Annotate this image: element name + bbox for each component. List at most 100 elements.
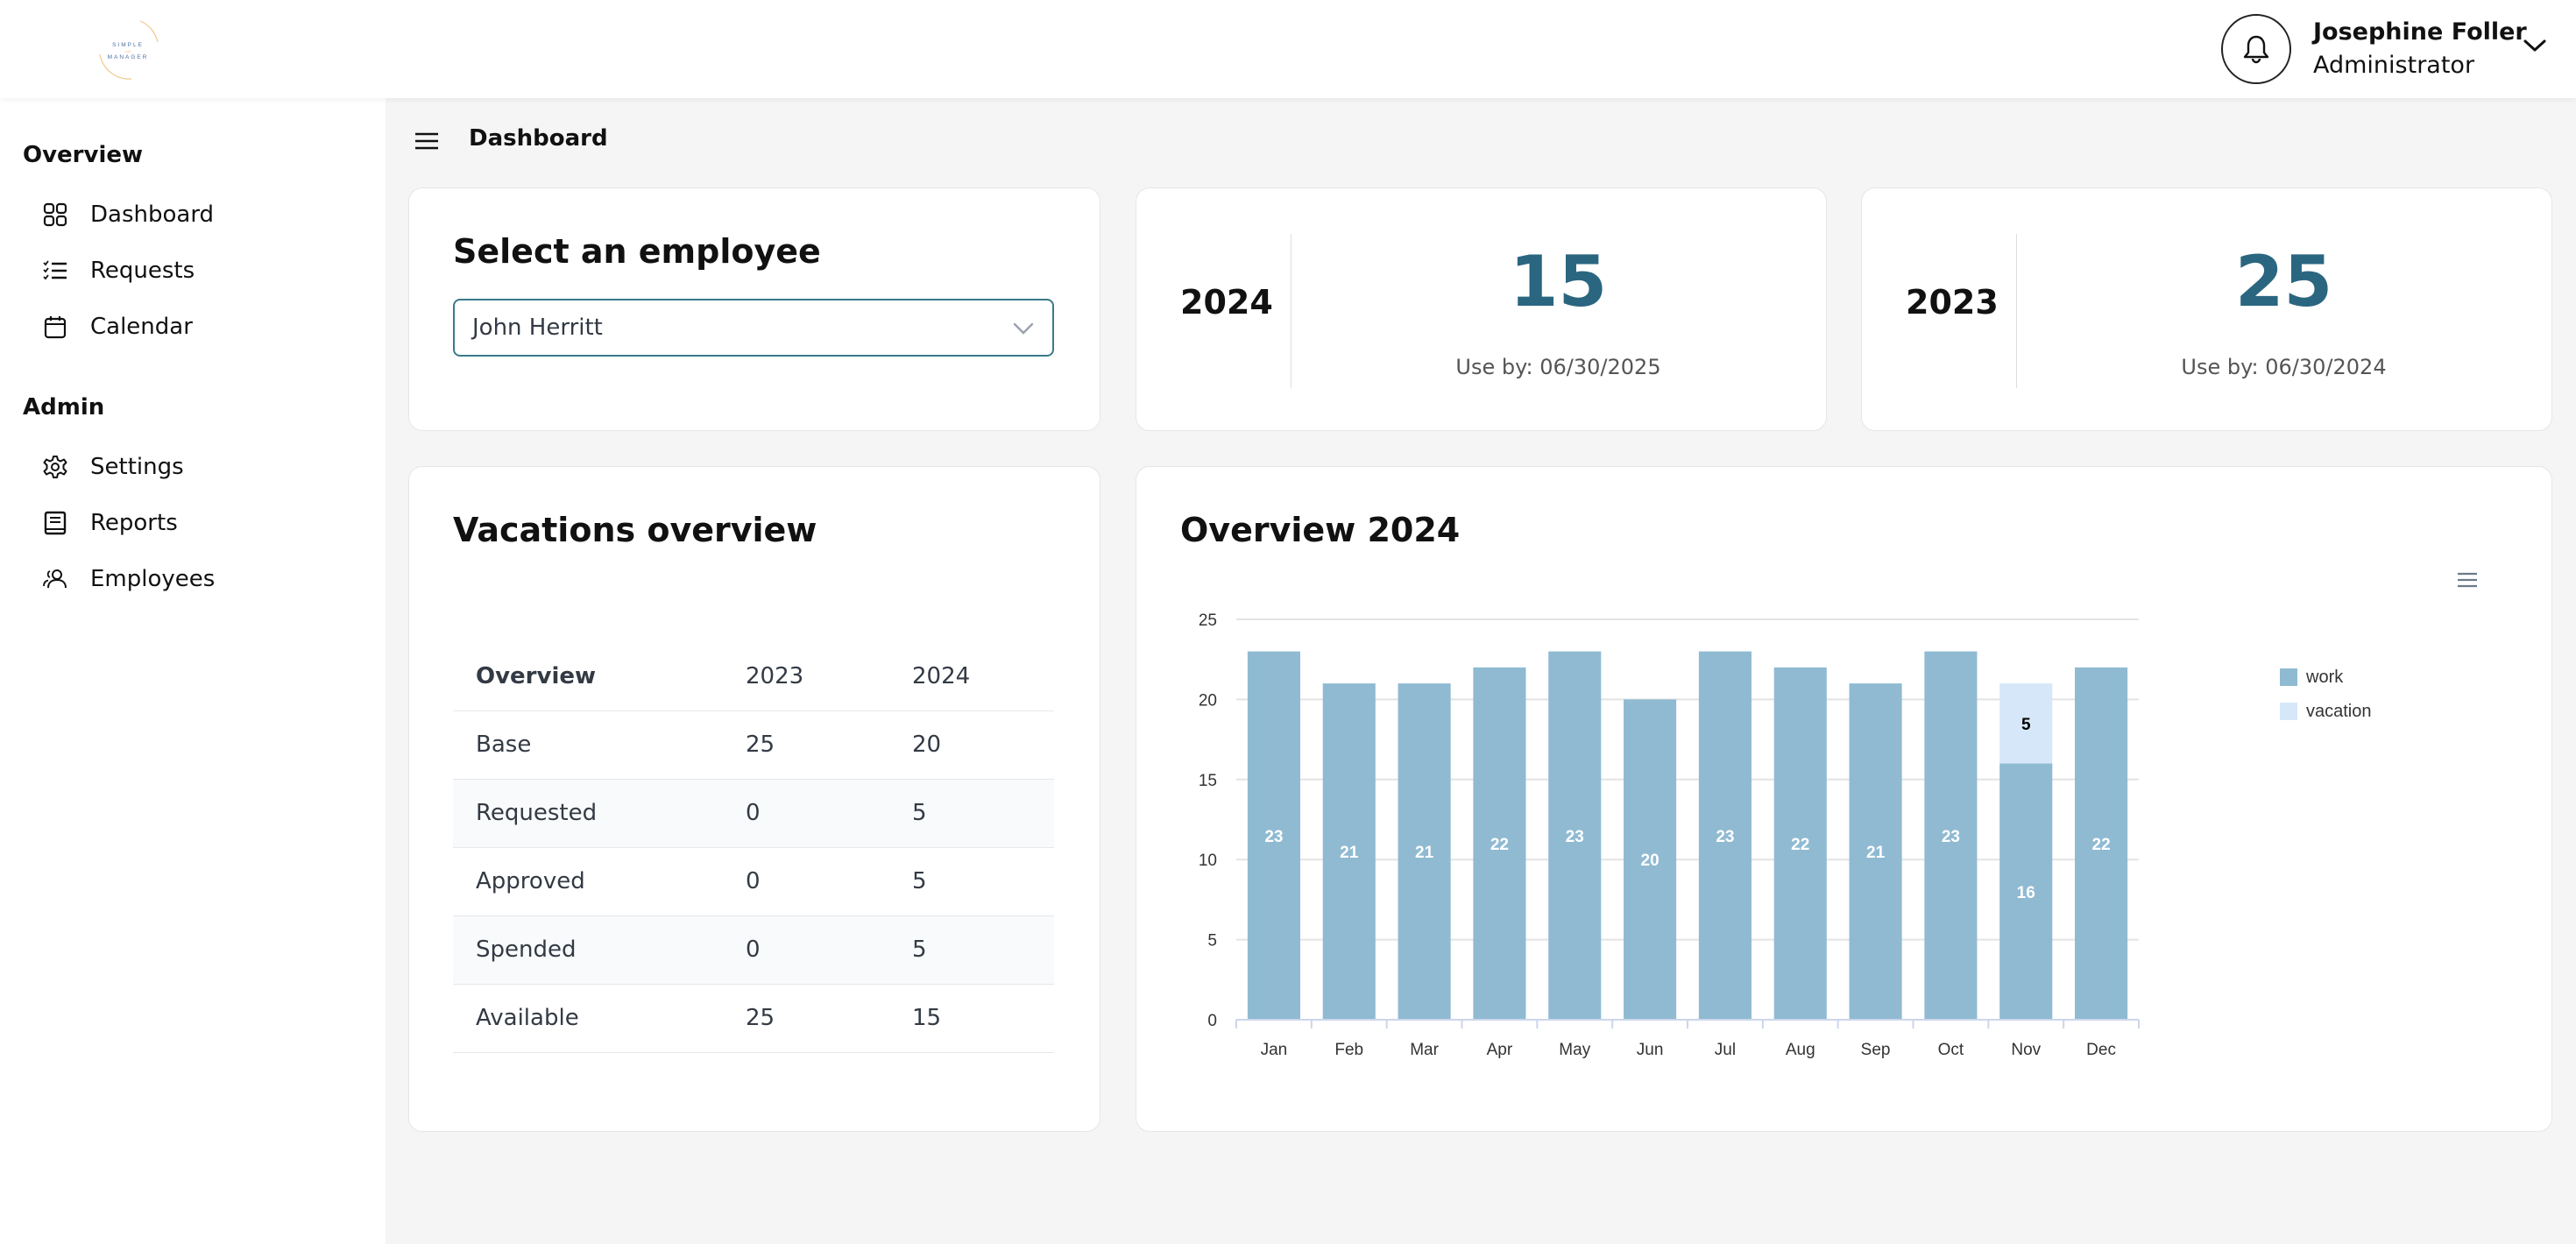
sidebar-section-admin: Admin	[23, 394, 105, 421]
sidebar-item-settings[interactable]: Settings	[42, 445, 357, 489]
chart-x-axis: Jan Feb Mar Apr May Jun Jul Aug Sep Oct Nov Dec	[1235, 1019, 2140, 1059]
sidebar-item-employees[interactable]: Employees	[42, 557, 357, 601]
x-tick-label: Jun	[1637, 1041, 1664, 1059]
x-tick-label: May	[1559, 1041, 1590, 1059]
cell-2023: 0	[723, 915, 889, 985]
y-tick-label: 15	[1199, 772, 1217, 790]
row-label: Available	[453, 984, 723, 1053]
chart-menu-icon[interactable]	[2456, 570, 2479, 591]
overview-chart-card: Overview 2024 23 21 21 22 23 20 23 22 21 23 16 5 22 …	[1136, 466, 2552, 1132]
overview-chart: 23 21 21 22 23 20 23 22 21 23 16 5 22 Jan Feb Mar Apr Ma…	[1199, 570, 2479, 1059]
stat-use-by: Use by: 06/30/2024	[2181, 355, 2387, 379]
bell-icon	[2243, 35, 2269, 64]
legend-label: work	[2305, 668, 2344, 687]
sidebar-item-dashboard[interactable]: Dashboard	[42, 193, 357, 237]
legend-label: vacation	[2306, 702, 2372, 721]
column-header: 2023	[723, 642, 889, 711]
data-label: 22	[1791, 836, 1809, 854]
checklist-icon	[42, 258, 68, 284]
y-tick-label: 25	[1199, 611, 1217, 630]
sidebar-item-label: Reports	[90, 510, 178, 536]
chart-legend: work vacation	[2280, 668, 2372, 721]
cell-2023: 25	[723, 710, 889, 780]
cell-2024: 5	[889, 779, 1054, 848]
hamburger-menu-icon[interactable]	[414, 130, 440, 152]
cell-2023: 25	[723, 984, 889, 1053]
data-label: 20	[1641, 852, 1660, 870]
cell-2023: 0	[723, 779, 889, 848]
employee-select-title: Select an employee	[453, 232, 821, 271]
y-tick-label: 20	[1199, 691, 1217, 710]
top-header: SIMPLE staff MANAGER Josephine Foller Ad…	[0, 0, 2576, 98]
employee-select-card: Select an employee John Herritt	[408, 187, 1100, 431]
stat-card-2023: 2023 25 Use by: 06/30/2024	[1861, 187, 2552, 431]
table-row: Approved 0 5	[453, 847, 1054, 916]
row-label: Approved	[453, 847, 723, 916]
y-tick-label: 5	[1207, 932, 1217, 951]
x-tick-label: Mar	[1410, 1041, 1439, 1059]
cell-2023: 0	[723, 847, 889, 916]
chevron-down-icon[interactable]	[2522, 35, 2548, 56]
row-label: Requested	[453, 779, 723, 848]
data-label: 21	[1866, 844, 1886, 862]
sidebar-item-label: Employees	[90, 566, 216, 592]
column-header: 2024	[889, 642, 1054, 711]
table-header-row: Overview 2023 2024	[453, 642, 1054, 711]
y-tick-label: 0	[1207, 1012, 1217, 1030]
cell-2024: 20	[889, 710, 1054, 780]
employee-select-value: John Herritt	[472, 315, 603, 341]
vacations-overview-title: Vacations overview	[453, 511, 817, 549]
data-label: 23	[1566, 828, 1584, 846]
x-tick-label: Apr	[1487, 1041, 1513, 1059]
logo-text-1: SIMPLE	[112, 42, 144, 48]
data-label: 16	[2017, 884, 2035, 902]
vacations-table: Overview 2023 2024 Base 25 20 Requested …	[453, 642, 1054, 1053]
user-name: Josephine Foller	[2313, 18, 2527, 46]
user-profile[interactable]: Josephine Foller Administrator	[2313, 16, 2527, 82]
logo-mark: SIMPLE staff MANAGER	[99, 20, 159, 80]
cell-2024: 5	[889, 847, 1054, 916]
table-row: Available 25 15	[453, 984, 1054, 1053]
app-logo[interactable]: SIMPLE staff MANAGER	[95, 16, 161, 82]
stat-year: 2023	[1906, 283, 1999, 322]
data-label: 22	[1490, 836, 1509, 854]
data-label: 22	[2092, 836, 2111, 854]
sidebar-item-reports[interactable]: Reports	[42, 501, 357, 545]
row-label: Base	[453, 710, 723, 780]
notifications-button[interactable]	[2221, 14, 2291, 84]
data-label: 21	[1340, 844, 1359, 862]
x-tick-label: Feb	[1334, 1041, 1363, 1059]
sidebar-item-label: Dashboard	[90, 201, 215, 228]
data-label: 23	[1264, 828, 1283, 846]
table-row: Requested 0 5	[453, 779, 1054, 848]
x-tick-label: Oct	[1938, 1041, 1964, 1059]
data-label: 23	[1942, 828, 1960, 846]
table-row: Base 25 20	[453, 710, 1054, 780]
x-tick-label: Jul	[1715, 1041, 1736, 1059]
data-label: 21	[1415, 844, 1434, 862]
stat-card-2024: 2024 15 Use by: 06/30/2025	[1136, 187, 1827, 431]
table-row: Spended 0 5	[453, 915, 1054, 985]
chart-data-labels: 23 21 21 22 23 20 23 22 21 23 16 5 22	[1264, 716, 2110, 902]
user-role: Administrator	[2313, 52, 2475, 79]
logo-text-2: staff	[124, 49, 131, 53]
row-label: Spended	[453, 915, 723, 985]
stat-available-days: 25	[2234, 241, 2333, 322]
sidebar-item-requests[interactable]: Requests	[42, 249, 357, 293]
employee-select[interactable]: John Herritt	[453, 299, 1054, 357]
stat-year: 2024	[1180, 283, 1273, 322]
chevron-down-icon	[1013, 322, 1034, 335]
y-tick-label: 10	[1199, 852, 1217, 870]
cell-2024: 5	[889, 915, 1054, 985]
sidebar-item-label: Requests	[90, 258, 195, 284]
x-tick-label: Dec	[2086, 1041, 2116, 1059]
sidebar-item-label: Settings	[90, 454, 184, 480]
x-tick-label: Aug	[1786, 1041, 1815, 1059]
chart-bars	[1247, 651, 2128, 1020]
users-icon	[42, 566, 68, 592]
logo-text-3: MANAGER	[108, 54, 149, 60]
sidebar-item-calendar[interactable]: Calendar	[42, 305, 357, 349]
stat-available-days: 15	[1509, 241, 1608, 322]
stat-use-by: Use by: 06/30/2025	[1455, 355, 1661, 379]
vacations-overview-card: Vacations overview Overview 2023 2024 Ba…	[408, 466, 1100, 1132]
